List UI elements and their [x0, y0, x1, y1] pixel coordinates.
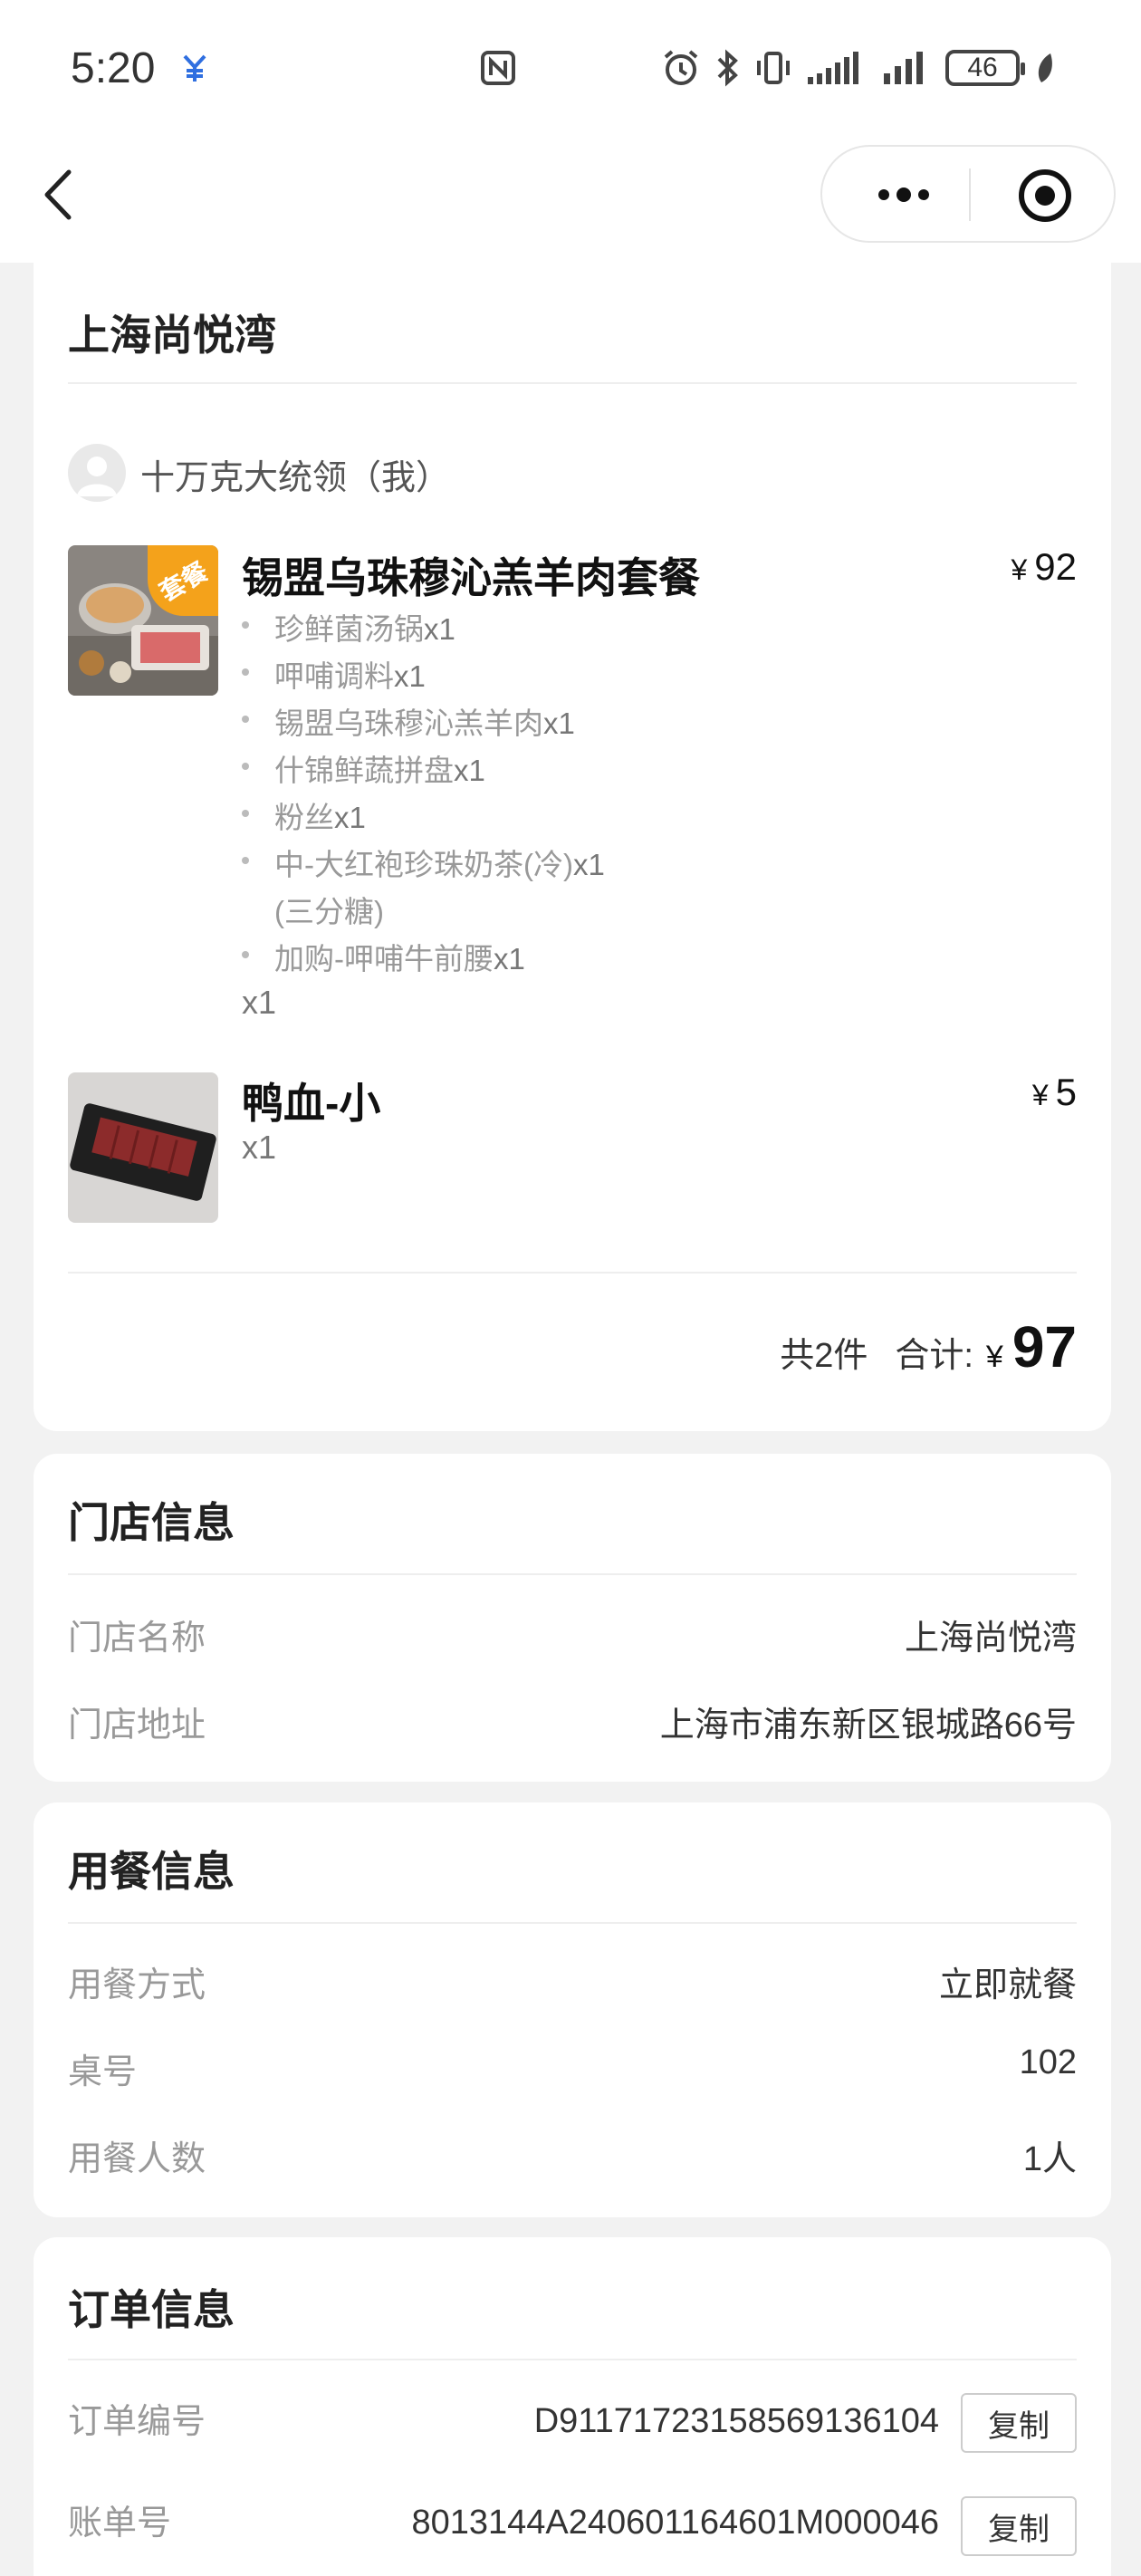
copy-bill-number-button[interactable]: 复制 — [961, 2496, 1077, 2556]
section-title: 订单信息 — [68, 2286, 235, 2333]
bullet — [242, 810, 249, 817]
sub-item: 粉丝x1 — [274, 793, 366, 837]
price-value: 5 — [1055, 1071, 1077, 1113]
divider — [68, 382, 1077, 384]
sub-item-name: 呷哺调料 — [274, 659, 394, 693]
target-close-icon[interactable] — [1016, 167, 1074, 225]
avatar — [68, 444, 126, 502]
item-price: ¥92 — [1011, 545, 1077, 589]
sub-item-name: 中-大红袍珍珠奶茶(冷) — [274, 848, 573, 881]
nfc-icon — [480, 50, 516, 86]
price-value: 92 — [1034, 545, 1077, 588]
info-label: 门店名称 — [68, 1620, 206, 1658]
order-info-card: 订单信息 订单编号 D91171723158569136104 复制 账单号 8… — [34, 2237, 1111, 2576]
status-time: 5:20 — [71, 44, 156, 92]
info-label: 用餐方式 — [68, 1966, 206, 2004]
capsule-divider — [969, 168, 971, 221]
signal-icon — [884, 52, 923, 84]
divider — [68, 1272, 1077, 1274]
signal-icon — [808, 52, 858, 84]
user-name: 十万克大统领（我） — [140, 459, 451, 497]
order-number: D91171723158569136104 — [533, 2402, 939, 2440]
sub-item-name: 珍鲜菌汤锅 — [274, 612, 424, 646]
back-icon[interactable] — [36, 163, 82, 226]
item-image[interactable]: 套餐 — [68, 545, 218, 696]
total-label: 合计: — [895, 1337, 973, 1375]
status-bar: 5:20 46 — [0, 0, 1141, 136]
sub-item-note: (三分糖) — [274, 895, 384, 928]
section-title: 用餐信息 — [68, 1848, 235, 1895]
sub-item-qty: x1 — [454, 754, 485, 787]
item-qty: x1 — [242, 1129, 277, 1166]
sub-item-qty: x1 — [543, 706, 575, 740]
sub-item-name: 加购-呷哺牛前腰 — [274, 942, 494, 976]
item-qty: x1 — [242, 984, 277, 1021]
sub-item: 锡盟乌珠穆沁羔羊肉x1 — [274, 699, 575, 743]
item-name: 鸭血-小 — [242, 1080, 381, 1127]
sub-item: 加购-呷哺牛前腰x1 — [274, 935, 525, 978]
more-dots-icon[interactable] — [868, 174, 940, 216]
info-label: 用餐人数 — [68, 2140, 206, 2178]
bill-number: 8013144A240601164601M000046 — [411, 2504, 939, 2542]
status-icons: 46 — [661, 45, 1056, 91]
item-image[interactable] — [68, 1072, 218, 1223]
total-value: 97 — [1012, 1314, 1077, 1379]
sub-item: 中-大红袍珍珠奶茶(冷)x1 — [274, 841, 605, 884]
info-value: 102 — [1019, 2043, 1077, 2081]
vibrate-icon — [757, 52, 790, 84]
sub-item-name: 什锦鲜蔬拼盘 — [274, 754, 454, 787]
badge-text: 套餐 — [154, 556, 213, 607]
bullet — [242, 621, 249, 629]
order-items-card: 上海尚悦湾 十万克大统领（我） 套餐 锡盟乌珠穆沁羔羊肉套餐 ¥92 珍鲜菌汤锅… — [34, 263, 1111, 1431]
dining-info-card: 用餐信息 用餐方式 立即就餐 桌号 102 用餐人数 1人 — [34, 1802, 1111, 2217]
bullet — [242, 716, 249, 723]
divider — [68, 2359, 1077, 2360]
leaf-icon — [1038, 53, 1052, 82]
info-label: 账单号 — [68, 2504, 172, 2542]
store-title: 上海尚悦湾 — [68, 312, 276, 359]
info-value: 立即就餐 — [938, 1966, 1077, 2004]
total-count: 共2件 — [780, 1337, 868, 1375]
info-value: 上海尚悦湾 — [904, 1620, 1077, 1658]
sub-item: 呷哺调料x1 — [274, 652, 426, 696]
set-meal-badge: 套餐 — [148, 545, 218, 616]
divider — [68, 1922, 1077, 1924]
section-title: 门店信息 — [68, 1499, 235, 1546]
currency: ¥ — [1031, 1079, 1049, 1111]
bullet — [242, 857, 249, 864]
sub-item: 珍鲜菌汤锅x1 — [274, 605, 455, 649]
sub-item-qty: x1 — [494, 942, 525, 976]
info-label: 门店地址 — [68, 1706, 206, 1745]
item-name: 锡盟乌珠穆沁羔羊肉套餐 — [242, 554, 700, 601]
bullet — [242, 763, 249, 770]
order-total-row: 共2件 合计: ¥ 97 — [780, 1313, 1077, 1380]
currency: ¥ — [1011, 553, 1028, 586]
bullet — [242, 951, 249, 958]
sub-item-qty: x1 — [334, 801, 366, 834]
sub-item-qty: x1 — [424, 612, 455, 646]
divider — [68, 1573, 1077, 1575]
info-value: 上海市浦东新区银城路66号 — [659, 1706, 1077, 1745]
info-value: 1人 — [1022, 2140, 1077, 2178]
sub-item-name: 粉丝 — [274, 801, 334, 834]
item-price: ¥5 — [1032, 1071, 1077, 1114]
battery-icon: 46 — [945, 50, 1025, 86]
alarm-icon — [664, 50, 698, 85]
currency: ¥ — [985, 1340, 1003, 1374]
info-label: 订单编号 — [68, 2403, 206, 2441]
bluetooth-icon — [717, 49, 738, 87]
sub-item: 什锦鲜蔬拼盘x1 — [274, 746, 485, 790]
info-label: 桌号 — [68, 2053, 138, 2091]
bullet — [242, 668, 249, 676]
copy-order-number-button[interactable]: 复制 — [961, 2393, 1077, 2453]
store-info-card: 门店信息 门店名称 上海尚悦湾 门店地址 上海市浦东新区银城路66号 — [34, 1454, 1111, 1782]
sub-item-qty: x1 — [394, 659, 426, 693]
sub-item-name: 锡盟乌珠穆沁羔羊肉 — [274, 706, 543, 740]
carrier-icon — [181, 53, 208, 91]
sub-item-qty: x1 — [572, 848, 605, 881]
mini-program-capsule — [820, 145, 1116, 243]
